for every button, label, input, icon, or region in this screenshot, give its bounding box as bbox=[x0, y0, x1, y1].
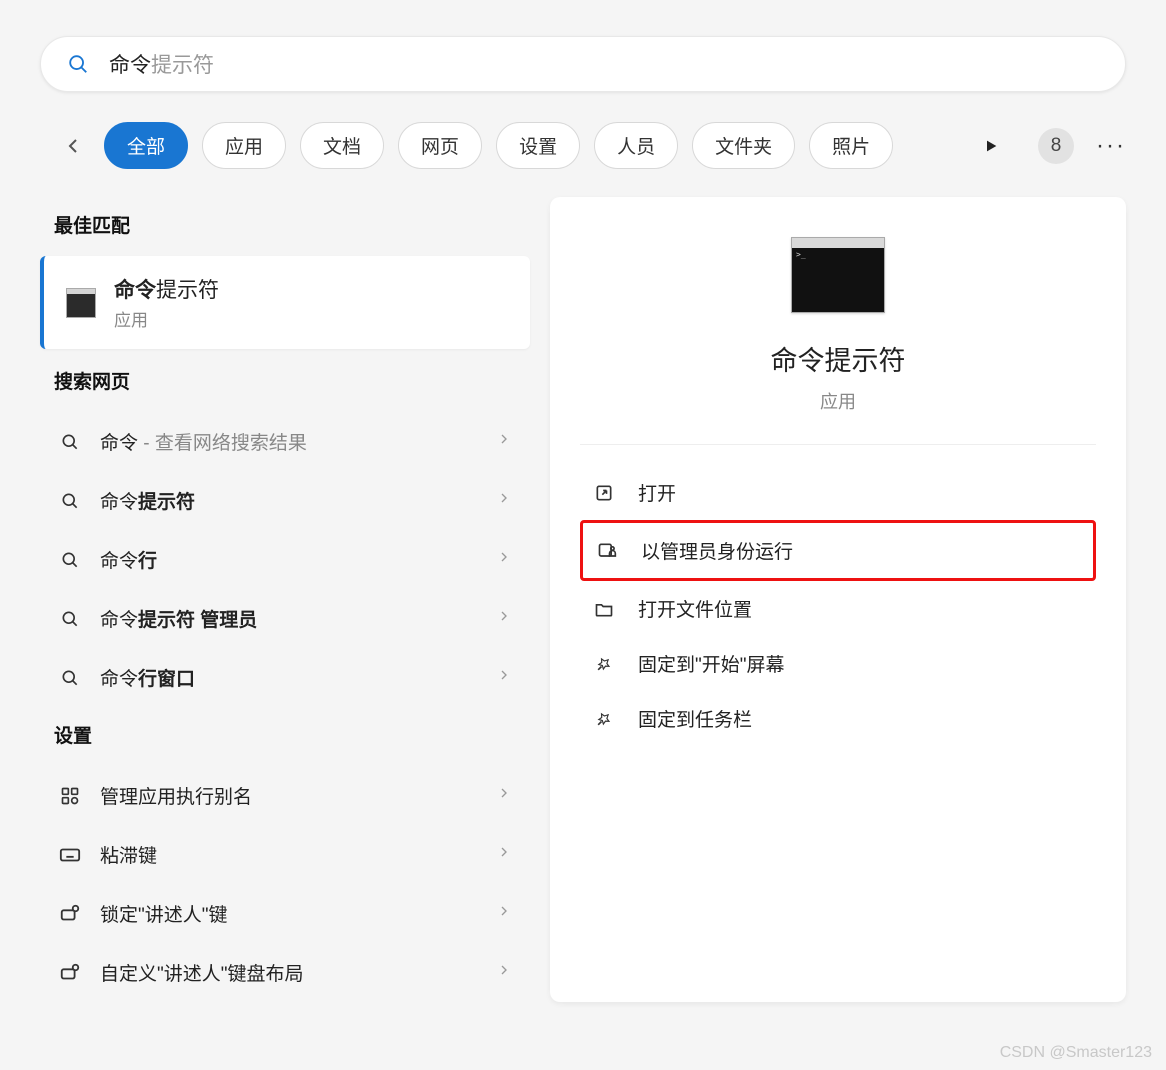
list-item-label: 命令提示符 bbox=[100, 487, 496, 514]
back-button[interactable] bbox=[56, 129, 90, 163]
list-item-label: 锁定"讲述人"键 bbox=[100, 900, 496, 927]
tab-photos[interactable]: 照片 bbox=[809, 122, 893, 169]
search-icon bbox=[58, 607, 82, 631]
setting-item-3[interactable]: 自定义"讲述人"键盘布局 bbox=[40, 943, 530, 1002]
action-pin-start[interactable]: 固定到"开始"屏幕 bbox=[580, 636, 1096, 691]
settings-header: 设置 bbox=[54, 721, 530, 748]
action-label: 固定到任务栏 bbox=[638, 705, 752, 732]
cmd-icon bbox=[791, 237, 885, 313]
chevron-right-icon bbox=[496, 490, 512, 511]
folder-icon bbox=[592, 597, 616, 621]
tab-documents[interactable]: 文档 bbox=[300, 122, 384, 169]
action-run-admin[interactable]: 以管理员身份运行 bbox=[580, 520, 1096, 581]
app-alias-icon bbox=[58, 784, 82, 808]
action-label: 以管理员身份运行 bbox=[641, 537, 793, 564]
best-match-subtitle: 应用 bbox=[114, 306, 219, 331]
pin-icon bbox=[592, 652, 616, 676]
watermark: CSDN @Smaster123 bbox=[1000, 1044, 1152, 1062]
search-icon bbox=[58, 489, 82, 513]
search-window: 命令提示符 全部 应用 文档 网页 设置 人员 文件夹 照片 8 ··· 最佳匹… bbox=[0, 0, 1166, 1070]
admin-icon bbox=[595, 539, 619, 563]
list-item-label: 命令提示符 管理员 bbox=[100, 605, 496, 632]
list-item-label: 命令 - 查看网络搜索结果 bbox=[100, 428, 496, 455]
list-item-label: 自定义"讲述人"键盘布局 bbox=[100, 959, 496, 986]
content-area: 最佳匹配 命令提示符 应用 搜索网页 命令 - 查看网络搜索结果 命令提示符 bbox=[40, 197, 1126, 1002]
tab-settings[interactable]: 设置 bbox=[496, 122, 580, 169]
preview-title: 命令提示符 bbox=[771, 339, 906, 378]
open-icon bbox=[592, 481, 616, 505]
preview-actions: 打开 以管理员身份运行 打开文件位置 固定到"开始"屏幕 固定到任务栏 bbox=[550, 445, 1126, 746]
search-typed: 命令 bbox=[109, 54, 151, 77]
more-icon[interactable]: ··· bbox=[1096, 132, 1126, 160]
tab-all[interactable]: 全部 bbox=[104, 122, 188, 169]
search-text: 命令提示符 bbox=[109, 49, 214, 79]
action-label: 固定到"开始"屏幕 bbox=[638, 650, 785, 677]
search-icon bbox=[58, 548, 82, 572]
filter-toolbar: 全部 应用 文档 网页 设置 人员 文件夹 照片 8 ··· bbox=[56, 122, 1126, 169]
narrator-layout-icon bbox=[58, 961, 82, 985]
setting-item-0[interactable]: 管理应用执行别名 bbox=[40, 766, 530, 825]
chevron-right-icon bbox=[496, 549, 512, 570]
best-match-text: 命令提示符 应用 bbox=[114, 274, 219, 331]
preview-panel: 命令提示符 应用 打开 以管理员身份运行 打开文件位置 固定到 bbox=[550, 197, 1126, 1002]
action-label: 打开文件位置 bbox=[638, 595, 752, 622]
search-suggestion: 提示符 bbox=[151, 54, 214, 77]
chevron-right-icon bbox=[496, 844, 512, 865]
setting-item-2[interactable]: 锁定"讲述人"键 bbox=[40, 884, 530, 943]
pin-icon bbox=[592, 707, 616, 731]
keyboard-icon bbox=[58, 843, 82, 867]
list-item-label: 命令行窗口 bbox=[100, 664, 496, 691]
chevron-right-icon bbox=[496, 667, 512, 688]
chevron-right-icon bbox=[496, 608, 512, 629]
best-match-title-rest: 提示符 bbox=[156, 279, 219, 302]
chevron-right-icon bbox=[496, 903, 512, 924]
web-item-0[interactable]: 命令 - 查看网络搜索结果 bbox=[40, 412, 530, 471]
preview-subtitle: 应用 bbox=[820, 388, 856, 414]
action-pin-taskbar[interactable]: 固定到任务栏 bbox=[580, 691, 1096, 746]
action-open-location[interactable]: 打开文件位置 bbox=[580, 581, 1096, 636]
chevron-right-icon bbox=[496, 962, 512, 983]
list-item-label: 命令行 bbox=[100, 546, 496, 573]
chevron-right-icon bbox=[496, 785, 512, 806]
chevron-right-icon bbox=[496, 431, 512, 452]
web-item-3[interactable]: 命令提示符 管理员 bbox=[40, 589, 530, 648]
search-icon bbox=[58, 666, 82, 690]
list-item-label: 管理应用执行别名 bbox=[100, 782, 496, 809]
tab-web[interactable]: 网页 bbox=[398, 122, 482, 169]
play-icon[interactable] bbox=[974, 129, 1008, 163]
tab-people[interactable]: 人员 bbox=[594, 122, 678, 169]
tab-folders[interactable]: 文件夹 bbox=[692, 122, 795, 169]
best-match-header: 最佳匹配 bbox=[54, 211, 530, 238]
results-panel: 最佳匹配 命令提示符 应用 搜索网页 命令 - 查看网络搜索结果 命令提示符 bbox=[40, 197, 530, 1002]
search-icon bbox=[58, 430, 82, 454]
best-match-item[interactable]: 命令提示符 应用 bbox=[40, 256, 530, 349]
search-bar[interactable]: 命令提示符 bbox=[40, 36, 1126, 92]
cmd-icon bbox=[66, 288, 96, 318]
web-item-2[interactable]: 命令行 bbox=[40, 530, 530, 589]
web-item-4[interactable]: 命令行窗口 bbox=[40, 648, 530, 707]
list-item-label: 粘滞键 bbox=[100, 841, 496, 868]
best-match-title-bold: 命令 bbox=[114, 279, 156, 302]
web-item-1[interactable]: 命令提示符 bbox=[40, 471, 530, 530]
setting-item-1[interactable]: 粘滞键 bbox=[40, 825, 530, 884]
search-icon bbox=[67, 53, 89, 75]
preview-header: 命令提示符 应用 bbox=[580, 237, 1096, 445]
action-open[interactable]: 打开 bbox=[580, 465, 1096, 520]
web-search-header: 搜索网页 bbox=[54, 367, 530, 394]
action-label: 打开 bbox=[638, 479, 676, 506]
tab-apps[interactable]: 应用 bbox=[202, 122, 286, 169]
notification-badge[interactable]: 8 bbox=[1038, 128, 1074, 164]
narrator-key-icon bbox=[58, 902, 82, 926]
